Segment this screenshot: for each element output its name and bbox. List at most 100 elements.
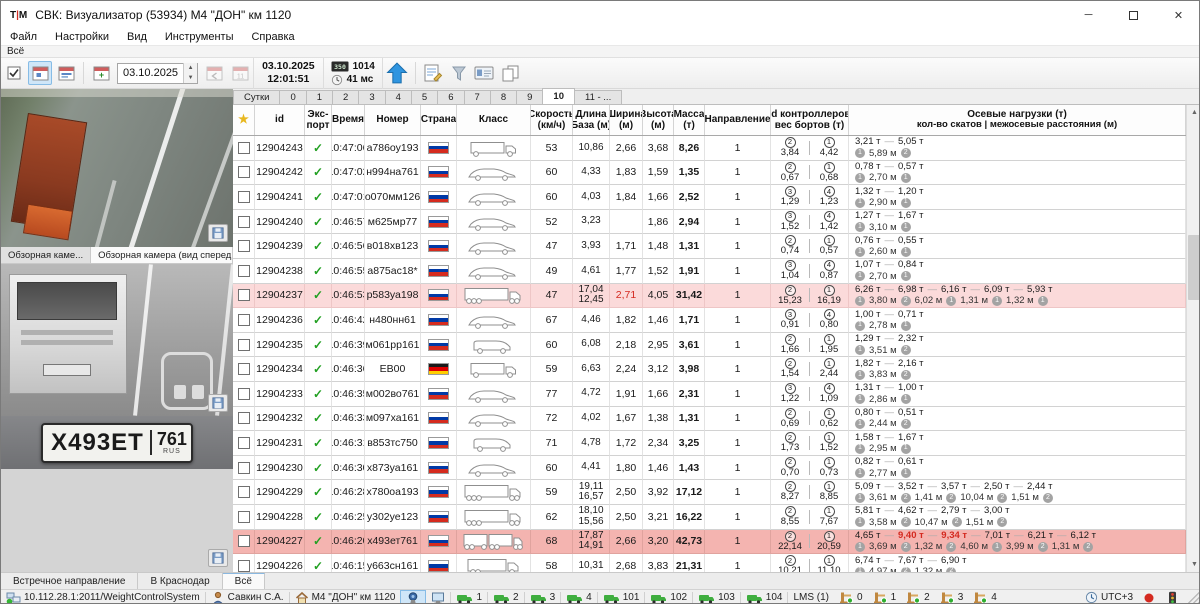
cell-select[interactable] xyxy=(233,161,255,186)
hour-tab-8[interactable]: 8 xyxy=(490,90,517,104)
table-row[interactable]: 12904228✓10:46:25у302уе1236218,1015,562,… xyxy=(233,505,1186,530)
row-checkbox[interactable] xyxy=(238,437,250,449)
status-item-truck-8[interactable]: 4 xyxy=(561,590,597,604)
status-item-truck-11[interactable]: 103 xyxy=(693,590,740,604)
row-checkbox[interactable] xyxy=(238,216,250,228)
row-checkbox[interactable] xyxy=(238,486,250,498)
close-button[interactable]: ✕ xyxy=(1156,1,1200,29)
cell-select[interactable] xyxy=(233,284,255,309)
header-страна[interactable]: Страна xyxy=(421,105,457,135)
save-overview-photo-button[interactable] xyxy=(208,224,228,242)
cell-select[interactable] xyxy=(233,308,255,333)
select-all-checkbox[interactable] xyxy=(2,61,26,85)
direction-tab-В Краснодар[interactable]: В Краснодар xyxy=(138,573,222,589)
status-item-webcam-3[interactable] xyxy=(400,590,426,604)
vehicle-card-button[interactable] xyxy=(473,61,497,85)
direction-tab-Всё[interactable]: Всё xyxy=(223,573,265,589)
table-row[interactable]: 12904235✓10:46:39м061рр161606,082,182,95… xyxy=(233,333,1186,358)
camera-tab-1[interactable]: Обзорная камера (вид спереди; ... xyxy=(91,247,233,263)
table-row[interactable]: 12904230✓10:46:30х873уа161604,411,801,46… xyxy=(233,456,1186,481)
filter-button[interactable] xyxy=(447,61,471,85)
header-id-контроллеров[interactable]: id контроллероввес бортов (т) xyxy=(771,105,849,135)
hour-tab-1[interactable]: 1 xyxy=(306,90,333,104)
cell-select[interactable] xyxy=(233,554,255,572)
row-checkbox[interactable] xyxy=(238,265,250,277)
status-item-truck-10[interactable]: 102 xyxy=(645,590,692,604)
table-row[interactable]: 12904237✓10:46:53р583уа1984717,0412,452,… xyxy=(233,284,1186,309)
save-plate-photo-button[interactable] xyxy=(208,549,228,567)
cell-select[interactable] xyxy=(233,234,255,259)
header-номер[interactable]: Номер xyxy=(365,105,421,135)
status-item-truck-12[interactable]: 104 xyxy=(741,590,788,604)
table-row[interactable]: 12904241✓10:47:01о070мм126604,031,841,66… xyxy=(233,185,1186,210)
row-checkbox[interactable] xyxy=(238,412,250,424)
cell-select[interactable] xyxy=(233,407,255,432)
header-направление[interactable]: Направление xyxy=(705,105,771,135)
row-checkbox[interactable] xyxy=(238,240,250,252)
date-spinner[interactable]: ▲▼ xyxy=(183,63,197,83)
menu-item-0[interactable]: Файл xyxy=(1,29,46,46)
star-header[interactable]: ★ xyxy=(233,105,255,135)
cell-select[interactable] xyxy=(233,357,255,382)
menu-item-2[interactable]: Вид xyxy=(118,29,156,46)
cell-select[interactable] xyxy=(233,210,255,235)
direction-tab-Встречное направление[interactable]: Встречное направление xyxy=(1,573,138,589)
header-длина[interactable]: ДлинаБаза (м) xyxy=(573,105,610,135)
hour-tab-10[interactable]: 10 xyxy=(542,88,575,104)
hour-tab-6[interactable]: 6 xyxy=(437,90,464,104)
status-right-traffic[interactable] xyxy=(1160,590,1185,604)
header-высота[interactable]: Высота(м) xyxy=(643,105,674,135)
scroll-to-top-button[interactable] xyxy=(384,61,410,85)
hour-tab-4[interactable]: 4 xyxy=(385,90,412,104)
table-row[interactable]: 12904231✓10:46:31в853тс750714,781,722,34… xyxy=(233,431,1186,456)
table-row[interactable]: 12904227✓10:46:20х493ет7616817,8714,912,… xyxy=(233,530,1186,555)
cell-select[interactable] xyxy=(233,382,255,407)
header-время[interactable]: Время xyxy=(332,105,365,135)
header-класс[interactable]: Класс xyxy=(457,105,531,135)
day-view-button[interactable] xyxy=(28,61,52,85)
table-row[interactable]: 12904243✓10:47:06а786оу1935310,862,663,6… xyxy=(233,136,1186,161)
menu-item-3[interactable]: Инструменты xyxy=(156,29,243,46)
cell-select[interactable] xyxy=(233,431,255,456)
status-item-scale-17[interactable]: 3 xyxy=(935,590,969,604)
cell-select[interactable] xyxy=(233,136,255,161)
save-front-photo-button[interactable] xyxy=(208,394,228,412)
table-row[interactable]: 12904232✓10:46:33м097ха161724,021,671,38… xyxy=(233,407,1186,432)
cell-select[interactable] xyxy=(233,333,255,358)
row-checkbox[interactable] xyxy=(238,314,250,326)
header-масса[interactable]: Масса(т) xyxy=(674,105,705,135)
table-row[interactable]: 12904226✓10:46:15у663сн1615810,312,683,8… xyxy=(233,554,1186,572)
status-item-scale-14[interactable]: 0 xyxy=(834,590,868,604)
row-checkbox[interactable] xyxy=(238,388,250,400)
calendar-button[interactable]: 11 xyxy=(228,61,252,85)
copy-button[interactable] xyxy=(499,61,523,85)
report-button[interactable] xyxy=(421,61,445,85)
table-row[interactable]: 12904233✓10:46:35м002во761774,721,911,66… xyxy=(233,382,1186,407)
status-item-truck-6[interactable]: 2 xyxy=(488,590,524,604)
table-row[interactable]: 12904239✓10:46:56в018хв123473,931,711,48… xyxy=(233,234,1186,259)
cell-select[interactable] xyxy=(233,456,255,481)
status-item-scale-16[interactable]: 2 xyxy=(901,590,935,604)
status-item-truck-7[interactable]: 3 xyxy=(525,590,561,604)
scroll-down-arrow[interactable]: ▼ xyxy=(1187,557,1200,572)
cell-select[interactable] xyxy=(233,505,255,530)
status-item-scale-18[interactable]: 4 xyxy=(968,590,1002,604)
row-checkbox[interactable] xyxy=(238,560,250,572)
status-item-truck-9[interactable]: 101 xyxy=(598,590,645,604)
header-осевые-нагрузки-т-[interactable]: Осевые нагрузки (т)кол-во скатов | межос… xyxy=(849,105,1186,135)
week-view-button[interactable] xyxy=(54,61,78,85)
row-checkbox[interactable] xyxy=(238,535,250,547)
status-item-monitor-4[interactable] xyxy=(426,590,450,604)
table-row[interactable]: 12904240✓10:46:57м625мр77523,231,862,941… xyxy=(233,210,1186,235)
row-checkbox[interactable] xyxy=(238,142,250,154)
hour-tab-0[interactable]: 0 xyxy=(279,90,306,104)
maximize-button[interactable] xyxy=(1111,1,1156,29)
status-item-truck-5[interactable]: 1 xyxy=(451,590,487,604)
hour-tab-Сутки[interactable]: Сутки xyxy=(233,90,280,104)
hour-tab-7[interactable]: 7 xyxy=(464,90,491,104)
menu-item-4[interactable]: Справка xyxy=(242,29,303,46)
date-input[interactable]: 03.10.2025▲▼ xyxy=(117,63,198,84)
row-checkbox[interactable] xyxy=(238,339,250,351)
row-checkbox[interactable] xyxy=(238,289,250,301)
add-date-button[interactable]: + xyxy=(89,61,113,85)
